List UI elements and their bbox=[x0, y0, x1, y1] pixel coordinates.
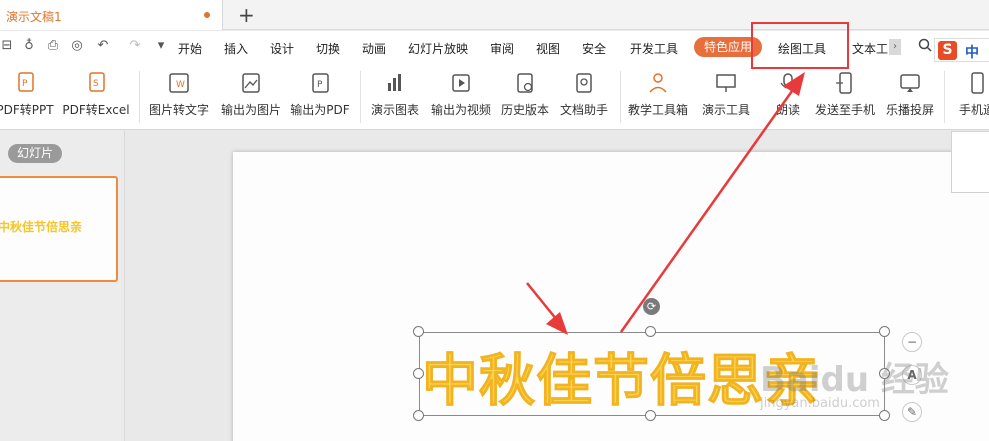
open-icon[interactable]: ⊟ bbox=[0, 39, 14, 53]
sogou-logo-icon: S bbox=[938, 41, 957, 60]
tool-label: 图片转文字 bbox=[148, 103, 209, 117]
tool-label: 手机遥 bbox=[958, 103, 989, 117]
resize-handle[interactable] bbox=[879, 326, 890, 337]
send-to-phone-button[interactable]: 发送至手机 bbox=[810, 63, 880, 130]
baidu-watermark: Baidu 经验 bbox=[760, 360, 949, 400]
customize-dropdown-icon[interactable]: ▾ bbox=[154, 39, 168, 53]
resize-handle[interactable] bbox=[645, 410, 656, 421]
presentation-tools-icon bbox=[716, 74, 736, 92]
preview-icon[interactable]: ◎ bbox=[70, 39, 84, 53]
cast-screen-icon bbox=[900, 74, 920, 92]
menu-design[interactable]: 设计 bbox=[270, 40, 294, 57]
presentation-tools-button[interactable]: 演示工具 bbox=[694, 63, 758, 130]
ribbon-separator bbox=[944, 71, 945, 123]
undo-icon[interactable]: ↶ bbox=[96, 39, 110, 53]
resize-handle[interactable] bbox=[879, 410, 890, 421]
print-icon[interactable]: ⎙ bbox=[46, 39, 60, 53]
doc-assistant-icon bbox=[576, 73, 592, 93]
tool-label: 文档助手 bbox=[559, 103, 608, 117]
send-to-phone-icon bbox=[836, 72, 852, 94]
tool-label: 演示图表 bbox=[370, 103, 419, 117]
menu-text-tools[interactable]: 文本工 bbox=[852, 40, 888, 57]
pdf-to-ppt-icon: P bbox=[18, 72, 34, 92]
svg-text:W: W bbox=[176, 80, 185, 90]
unsaved-dot-icon bbox=[204, 12, 210, 18]
chart-icon bbox=[388, 74, 401, 91]
tool-label: 输出为图片 bbox=[220, 103, 281, 117]
rotate-handle-icon[interactable]: ⟳ bbox=[643, 298, 660, 315]
tool-label: 演示工具 bbox=[701, 103, 750, 117]
resize-handle[interactable] bbox=[413, 410, 424, 421]
menu-more-button[interactable]: › bbox=[889, 39, 901, 55]
resize-handle[interactable] bbox=[413, 326, 424, 337]
ime-mode-label: 中 bbox=[965, 45, 979, 61]
read-aloud-icon bbox=[780, 73, 796, 89]
read-aloud-button[interactable]: 朗读 bbox=[770, 63, 806, 130]
phone-remote-icon bbox=[971, 72, 984, 94]
ime-indicator[interactable]: S 中 bbox=[934, 38, 989, 62]
tool-label: 乐播投屏 bbox=[885, 103, 934, 117]
ribbon-toolbar: P PDF转PPT S PDF转Excel W 图片转文字 输出为图片 P 输出… bbox=[0, 63, 989, 130]
resize-handle[interactable] bbox=[413, 368, 424, 379]
slides-pane-tag[interactable]: 幻灯片 bbox=[8, 144, 62, 163]
phone-remote-button[interactable]: 手机遥 bbox=[950, 63, 989, 130]
svg-text:S: S bbox=[93, 79, 99, 89]
slide-thumbnail[interactable]: 中秋佳节倍思亲 bbox=[0, 176, 118, 282]
history-button[interactable]: 历史版本 bbox=[497, 63, 553, 130]
export-video-button[interactable]: 输出为视频 bbox=[426, 63, 496, 130]
ribbon-separator bbox=[139, 71, 140, 123]
cast-screen-button[interactable]: 乐播投屏 bbox=[882, 63, 938, 130]
ribbon-separator bbox=[620, 71, 621, 123]
menu-animation[interactable]: 动画 bbox=[362, 40, 386, 57]
tool-label: 朗读 bbox=[775, 103, 800, 117]
export-pdf-icon: P bbox=[312, 73, 329, 93]
search-icon[interactable] bbox=[918, 38, 932, 52]
history-icon bbox=[517, 73, 533, 93]
menu-insert[interactable]: 插入 bbox=[224, 40, 248, 57]
teaching-toolbox-icon bbox=[649, 73, 667, 93]
side-task-panel[interactable] bbox=[951, 131, 989, 193]
pdf-to-excel-icon: S bbox=[89, 72, 105, 92]
teaching-toolbox-button[interactable]: 教学工具箱 bbox=[624, 63, 692, 130]
doc-assistant-button[interactable]: 文档助手 bbox=[555, 63, 613, 130]
chart-button[interactable]: 演示图表 bbox=[366, 63, 424, 130]
tool-label: 输出为PDF bbox=[290, 103, 350, 117]
menu-developer[interactable]: 开发工具 bbox=[630, 40, 678, 57]
document-tab[interactable]: 演示文稿1 bbox=[0, 0, 223, 30]
tool-label: 输出为视频 bbox=[430, 103, 491, 117]
sync-icon[interactable]: ♁ bbox=[22, 39, 36, 53]
menu-slideshow[interactable]: 幻灯片放映 bbox=[408, 40, 468, 57]
new-tab-button[interactable]: + bbox=[238, 3, 255, 27]
ribbon-separator bbox=[360, 71, 361, 123]
menu-review[interactable]: 审阅 bbox=[490, 40, 514, 57]
image-to-text-button[interactable]: W 图片转文字 bbox=[144, 63, 214, 130]
collapse-button[interactable]: − bbox=[902, 332, 922, 352]
menu-transition[interactable]: 切换 bbox=[316, 40, 340, 57]
tool-label: PDF转Excel bbox=[62, 103, 130, 117]
menu-security[interactable]: 安全 bbox=[582, 40, 606, 57]
tool-label: PDF转PPT bbox=[0, 103, 54, 117]
tool-label: 教学工具箱 bbox=[627, 103, 688, 117]
tool-label: 发送至手机 bbox=[814, 103, 875, 117]
export-image-button[interactable]: 输出为图片 bbox=[216, 63, 286, 130]
annotation-highlight-box bbox=[751, 22, 849, 69]
export-pdf-button[interactable]: P 输出为PDF bbox=[287, 63, 353, 130]
pdf-to-ppt-button[interactable]: P PDF转PPT bbox=[0, 63, 56, 130]
pdf-to-excel-button[interactable]: S PDF转Excel bbox=[60, 63, 132, 130]
resize-handle[interactable] bbox=[645, 326, 656, 337]
document-tab-title: 演示文稿1 bbox=[6, 10, 62, 24]
image-to-text-icon: W bbox=[169, 73, 189, 93]
export-image-icon bbox=[242, 73, 260, 93]
slides-pane: 幻灯片 中秋佳节倍思亲 bbox=[0, 131, 125, 441]
svg-text:P: P bbox=[317, 80, 323, 90]
menu-view[interactable]: 视图 bbox=[536, 40, 560, 57]
export-video-icon bbox=[452, 74, 470, 92]
svg-text:P: P bbox=[22, 79, 28, 89]
baidu-watermark-url: jingyan.baidu.com bbox=[760, 396, 880, 411]
tool-label: 历史版本 bbox=[500, 103, 549, 117]
redo-icon[interactable]: ↷ bbox=[128, 39, 142, 53]
brush-button[interactable]: ✎ bbox=[902, 402, 922, 422]
menu-home[interactable]: 开始 bbox=[178, 40, 202, 57]
slide-thumbnail-text: 中秋佳节倍思亲 bbox=[0, 220, 83, 234]
